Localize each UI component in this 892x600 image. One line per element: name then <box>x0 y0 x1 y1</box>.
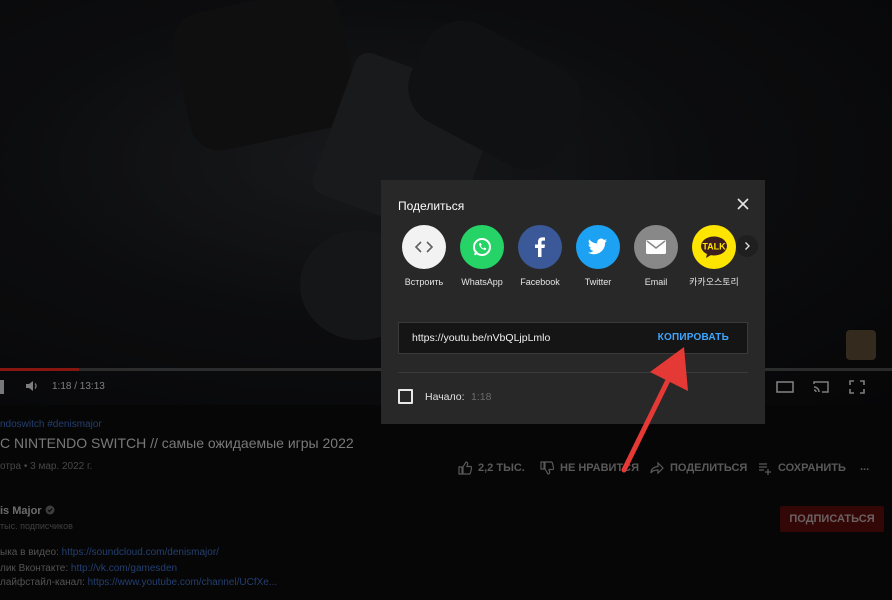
share-option-kakaotalk[interactable]: TALK 카카오스토리 <box>685 225 743 288</box>
start-at-label: Начало: <box>425 391 465 403</box>
share-option-email[interactable]: Email <box>627 225 685 288</box>
share-option-embed[interactable]: Встроить <box>395 225 453 288</box>
facebook-icon <box>518 225 562 269</box>
copy-button[interactable]: КОПИРОВАТЬ <box>658 332 729 343</box>
share-dialog: Поделиться Встроить WhatsApp Facebook Tw… <box>381 180 765 424</box>
embed-icon <box>402 225 446 269</box>
share-url[interactable]: https://youtu.be/nVbQLjpLmlo <box>412 332 550 344</box>
share-option-facebook[interactable]: Facebook <box>511 225 569 288</box>
dialog-title: Поделиться <box>398 199 465 213</box>
share-url-field[interactable]: https://youtu.be/nVbQLjpLmlo КОПИРОВАТЬ <box>398 322 748 354</box>
chevron-right-icon <box>745 242 750 250</box>
svg-text:TALK: TALK <box>702 242 726 252</box>
share-next-button[interactable] <box>736 235 758 257</box>
email-icon <box>634 225 678 269</box>
start-at-checkbox[interactable] <box>398 389 413 404</box>
share-option-whatsapp[interactable]: WhatsApp <box>453 225 511 288</box>
share-option-twitter[interactable]: Twitter <box>569 225 627 288</box>
start-at-time[interactable]: 1:18 <box>471 391 491 403</box>
kakaotalk-icon: TALK <box>692 225 736 269</box>
whatsapp-icon <box>460 225 504 269</box>
divider <box>398 372 748 373</box>
close-icon[interactable] <box>733 194 753 214</box>
twitter-icon <box>576 225 620 269</box>
